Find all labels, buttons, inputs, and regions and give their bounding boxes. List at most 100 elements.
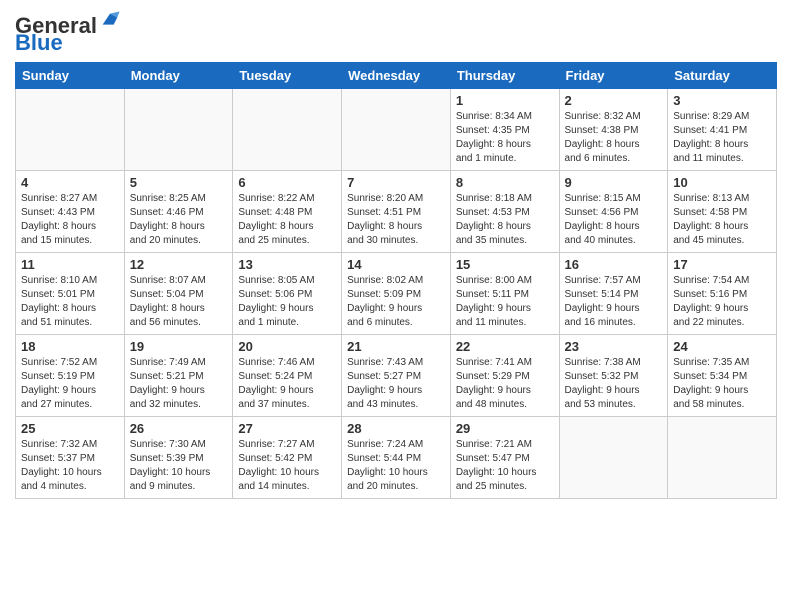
weekday-header-thursday: Thursday: [450, 63, 559, 89]
calendar-day-cell: [559, 417, 668, 499]
calendar-day-cell: 26 Sunrise: 7:30 AM Sunset: 5:39 PM Dayli…: [124, 417, 233, 499]
day-info: Sunrise: 7:52 AM Sunset: 5:19 PM Dayligh…: [21, 356, 119, 412]
day-number: 4: [21, 175, 119, 190]
day-number: 3: [673, 93, 771, 108]
day-info: Sunrise: 8:32 AM Sunset: 4:38 PM Dayligh…: [565, 110, 663, 166]
day-info: Sunrise: 8:34 AM Sunset: 4:35 PM Dayligh…: [456, 110, 554, 166]
day-info: Sunrise: 7:49 AM Sunset: 5:21 PM Dayligh…: [130, 356, 228, 412]
day-info: Sunrise: 7:43 AM Sunset: 5:27 PM Dayligh…: [347, 356, 445, 412]
calendar-day-cell: 4 Sunrise: 8:27 AM Sunset: 4:43 PM Daylig…: [16, 171, 125, 253]
day-info: Sunrise: 8:20 AM Sunset: 4:51 PM Dayligh…: [347, 192, 445, 248]
day-number: 25: [21, 421, 119, 436]
day-info: Sunrise: 8:07 AM Sunset: 5:04 PM Dayligh…: [130, 274, 228, 330]
calendar-day-cell: 20 Sunrise: 7:46 AM Sunset: 5:24 PM Dayli…: [233, 335, 342, 417]
calendar-day-cell: 29 Sunrise: 7:21 AM Sunset: 5:47 PM Dayli…: [450, 417, 559, 499]
day-number: 23: [565, 339, 663, 354]
day-number: 5: [130, 175, 228, 190]
calendar-week-row: 11 Sunrise: 8:10 AM Sunset: 5:01 PM Dayli…: [16, 253, 777, 335]
calendar-week-row: 25 Sunrise: 7:32 AM Sunset: 5:37 PM Dayli…: [16, 417, 777, 499]
logo: General Blue: [15, 15, 121, 54]
day-info: Sunrise: 8:27 AM Sunset: 4:43 PM Dayligh…: [21, 192, 119, 248]
calendar-day-cell: 5 Sunrise: 8:25 AM Sunset: 4:46 PM Daylig…: [124, 171, 233, 253]
logo-icon: [99, 10, 121, 32]
calendar-day-cell: 15 Sunrise: 8:00 AM Sunset: 5:11 PM Dayli…: [450, 253, 559, 335]
day-info: Sunrise: 7:30 AM Sunset: 5:39 PM Dayligh…: [130, 438, 228, 494]
calendar-day-cell: 9 Sunrise: 8:15 AM Sunset: 4:56 PM Daylig…: [559, 171, 668, 253]
calendar-day-cell: [342, 89, 451, 171]
day-info: Sunrise: 8:18 AM Sunset: 4:53 PM Dayligh…: [456, 192, 554, 248]
weekday-header-friday: Friday: [559, 63, 668, 89]
calendar-day-cell: [16, 89, 125, 171]
calendar-day-cell: 27Sunrise: 7:27 AM Sunset: 5:42 PM Dayli…: [233, 417, 342, 499]
day-number: 20: [238, 339, 336, 354]
day-info: Sunrise: 7:54 AM Sunset: 5:16 PM Dayligh…: [673, 274, 771, 330]
day-info: Sunrise: 8:05 AM Sunset: 5:06 PM Dayligh…: [238, 274, 336, 330]
weekday-header-sunday: Sunday: [16, 63, 125, 89]
calendar-day-cell: [124, 89, 233, 171]
calendar-day-cell: 1 Sunrise: 8:34 AM Sunset: 4:35 PM Daylig…: [450, 89, 559, 171]
day-number: 18: [21, 339, 119, 354]
calendar-day-cell: 13 Sunrise: 8:05 AM Sunset: 5:06 PM Dayli…: [233, 253, 342, 335]
calendar-day-cell: 3 Sunrise: 8:29 AM Sunset: 4:41 PM Daylig…: [668, 89, 777, 171]
weekday-header-wednesday: Wednesday: [342, 63, 451, 89]
day-number: 15: [456, 257, 554, 272]
day-number: 19: [130, 339, 228, 354]
calendar-week-row: 18 Sunrise: 7:52 AM Sunset: 5:19 PM Dayli…: [16, 335, 777, 417]
calendar-day-cell: 7 Sunrise: 8:20 AM Sunset: 4:51 PM Daylig…: [342, 171, 451, 253]
day-number: 17: [673, 257, 771, 272]
day-info: Sunrise: 7:57 AM Sunset: 5:14 PM Dayligh…: [565, 274, 663, 330]
day-number: 28: [347, 421, 445, 436]
calendar-day-cell: 6 Sunrise: 8:22 AM Sunset: 4:48 PM Daylig…: [233, 171, 342, 253]
calendar-day-cell: [668, 417, 777, 499]
calendar-day-cell: [233, 89, 342, 171]
calendar-day-cell: 19 Sunrise: 7:49 AM Sunset: 5:21 PM Dayli…: [124, 335, 233, 417]
day-info: Sunrise: 7:46 AM Sunset: 5:24 PM Dayligh…: [238, 356, 336, 412]
day-info: Sunrise: 7:41 AM Sunset: 5:29 PM Dayligh…: [456, 356, 554, 412]
day-number: 24: [673, 339, 771, 354]
day-info: Sunrise: 8:22 AM Sunset: 4:48 PM Dayligh…: [238, 192, 336, 248]
day-info: Sunrise: 7:32 AM Sunset: 5:37 PM Dayligh…: [21, 438, 119, 494]
day-info: Sunrise: 8:00 AM Sunset: 5:11 PM Dayligh…: [456, 274, 554, 330]
day-info: Sunrise: 8:25 AM Sunset: 4:46 PM Dayligh…: [130, 192, 228, 248]
header: General Blue: [15, 10, 777, 54]
weekday-header-saturday: Saturday: [668, 63, 777, 89]
calendar-day-cell: 14Sunrise: 8:02 AM Sunset: 5:09 PM Dayli…: [342, 253, 451, 335]
day-number: 21: [347, 339, 445, 354]
calendar-week-row: 4 Sunrise: 8:27 AM Sunset: 4:43 PM Daylig…: [16, 171, 777, 253]
calendar-day-cell: 24 Sunrise: 7:35 AM Sunset: 5:34 PM Dayli…: [668, 335, 777, 417]
day-number: 13: [238, 257, 336, 272]
calendar-day-cell: 21 Sunrise: 7:43 AM Sunset: 5:27 PM Dayli…: [342, 335, 451, 417]
day-number: 6: [238, 175, 336, 190]
calendar-day-cell: 2 Sunrise: 8:32 AM Sunset: 4:38 PM Daylig…: [559, 89, 668, 171]
day-number: 9: [565, 175, 663, 190]
day-number: 16: [565, 257, 663, 272]
day-number: 12: [130, 257, 228, 272]
day-info: Sunrise: 8:15 AM Sunset: 4:56 PM Dayligh…: [565, 192, 663, 248]
calendar-day-cell: 8 Sunrise: 8:18 AM Sunset: 4:53 PM Daylig…: [450, 171, 559, 253]
day-info: Sunrise: 8:29 AM Sunset: 4:41 PM Dayligh…: [673, 110, 771, 166]
day-number: 7: [347, 175, 445, 190]
day-number: 2: [565, 93, 663, 108]
day-info: Sunrise: 7:38 AM Sunset: 5:32 PM Dayligh…: [565, 356, 663, 412]
calendar-day-cell: 22Sunrise: 7:41 AM Sunset: 5:29 PM Dayli…: [450, 335, 559, 417]
day-number: 29: [456, 421, 554, 436]
calendar-day-cell: 12 Sunrise: 8:07 AM Sunset: 5:04 PM Dayli…: [124, 253, 233, 335]
day-number: 11: [21, 257, 119, 272]
day-number: 26: [130, 421, 228, 436]
day-number: 1: [456, 93, 554, 108]
day-number: 14: [347, 257, 445, 272]
calendar-day-cell: 28 Sunrise: 7:24 AM Sunset: 5:44 PM Dayli…: [342, 417, 451, 499]
day-info: Sunrise: 7:21 AM Sunset: 5:47 PM Dayligh…: [456, 438, 554, 494]
calendar-day-cell: 23 Sunrise: 7:38 AM Sunset: 5:32 PM Dayli…: [559, 335, 668, 417]
day-number: 8: [456, 175, 554, 190]
weekday-header-monday: Monday: [124, 63, 233, 89]
day-info: Sunrise: 7:35 AM Sunset: 5:34 PM Dayligh…: [673, 356, 771, 412]
weekday-header-tuesday: Tuesday: [233, 63, 342, 89]
calendar-day-cell: 18 Sunrise: 7:52 AM Sunset: 5:19 PM Dayli…: [16, 335, 125, 417]
day-info: Sunrise: 7:27 AM Sunset: 5:42 PM Dayligh…: [238, 438, 336, 494]
day-info: Sunrise: 8:10 AM Sunset: 5:01 PM Dayligh…: [21, 274, 119, 330]
calendar-day-cell: 17 Sunrise: 7:54 AM Sunset: 5:16 PM Dayli…: [668, 253, 777, 335]
calendar-week-row: 1 Sunrise: 8:34 AM Sunset: 4:35 PM Daylig…: [16, 89, 777, 171]
day-info: Sunrise: 7:24 AM Sunset: 5:44 PM Dayligh…: [347, 438, 445, 494]
calendar-day-cell: 11 Sunrise: 8:10 AM Sunset: 5:01 PM Dayli…: [16, 253, 125, 335]
